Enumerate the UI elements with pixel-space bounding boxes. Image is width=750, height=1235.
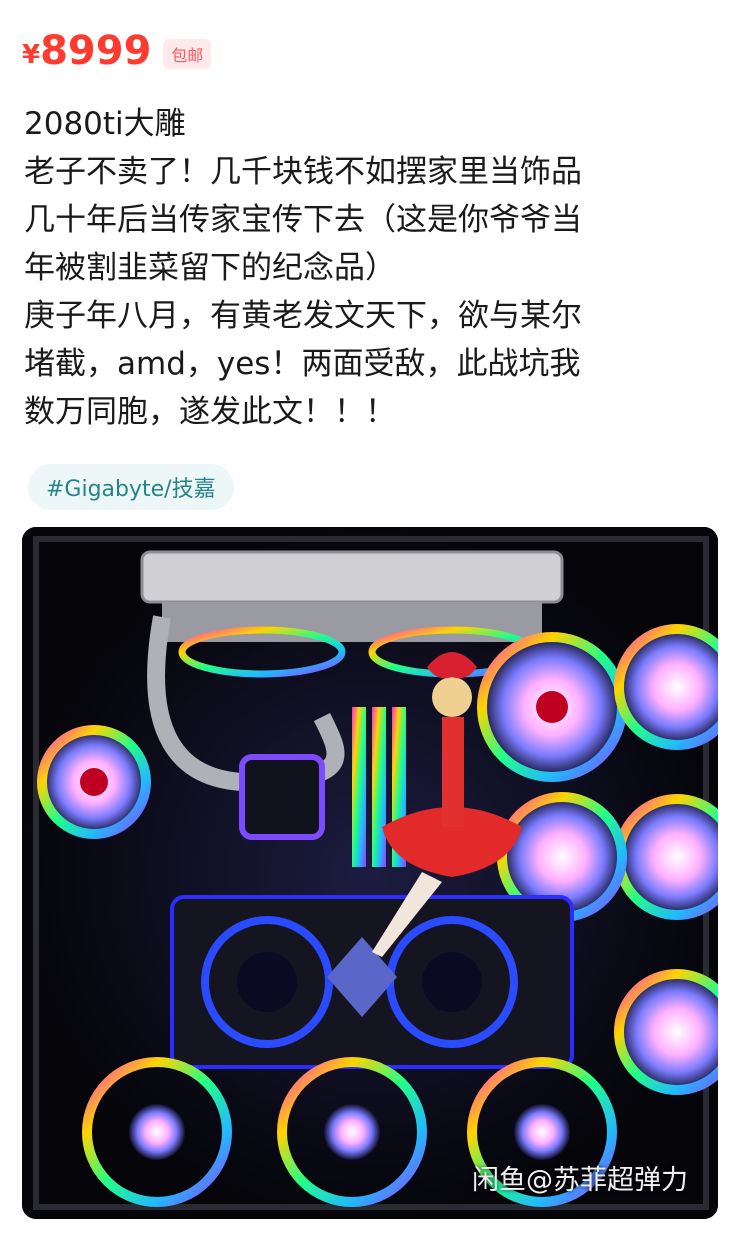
description-line: 年被割韭菜留下的纪念品） bbox=[24, 250, 396, 286]
description-line: 几十年后当传家宝传下去（这是你爷爷当 bbox=[24, 202, 582, 238]
product-photo[interactable]: 闲鱼@苏菲超弹力 bbox=[22, 527, 718, 1219]
free-shipping-badge: 包邮 bbox=[163, 39, 212, 69]
currency-symbol: ¥ bbox=[22, 40, 41, 70]
description-line: 数万同胞，遂发此文！！！ bbox=[24, 394, 396, 430]
price-value: 8999 bbox=[40, 28, 152, 74]
description-line: 堵截，amd，yes！两面受敌，此战坑我 bbox=[24, 346, 581, 382]
description-line: 老子不卖了！几千块钱不如摆家里当饰品 bbox=[24, 154, 582, 190]
listing-description: 老子不卖了！几千块钱不如摆家里当饰品 几十年后当传家宝传下去（这是你爷爷当 年被… bbox=[24, 148, 724, 436]
description-line: 庚子年八月，有黄老发文天下，欲与某尔 bbox=[24, 298, 582, 334]
listing-title: 2080ti大雕 bbox=[24, 106, 186, 142]
image-watermark: 闲鱼@苏菲超弹力 bbox=[472, 1165, 688, 1196]
pc-case-rgb-photo bbox=[22, 527, 718, 1219]
price-row: ¥ 8999 包邮 bbox=[22, 26, 212, 76]
brand-tag[interactable]: #Gigabyte/技嘉 bbox=[28, 464, 234, 510]
